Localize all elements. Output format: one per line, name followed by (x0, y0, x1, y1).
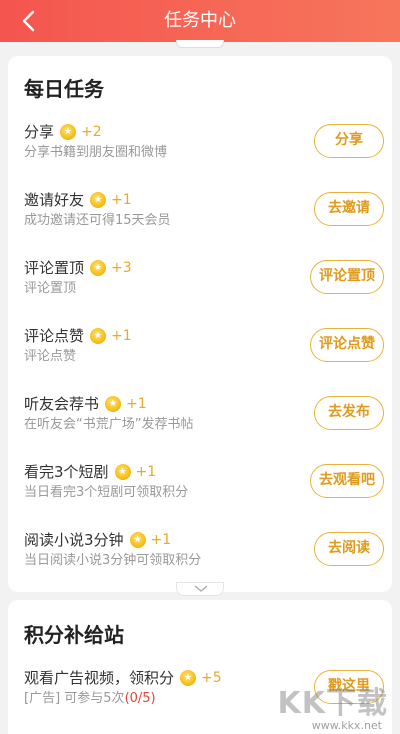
task-points: +1 (111, 328, 132, 344)
points-supply-card: 积分补给站 观看广告视频，领积分 +5 [广告] 可参与5次(0/5) 戳这里 (8, 600, 392, 734)
task-name: 邀请好友 (24, 191, 85, 209)
task-desc: 评论点赞 (24, 349, 77, 364)
task-points: +1 (126, 396, 147, 412)
coin-icon (129, 532, 146, 548)
page-title: 任务中心 (164, 10, 236, 31)
task-desc: 评论置顶 (24, 281, 77, 296)
task-watch-dramas: 看完3个短剧 +1 当日看完3个短剧可领取积分 去观看吧 (24, 462, 384, 506)
task-points: +5 (201, 670, 222, 686)
task-points: +1 (135, 464, 157, 480)
task-read-novel: 阅读小说3分钟 +1 当日阅读小说3分钟可领取积分 去阅读 (24, 530, 384, 574)
task-recommend-book: 听友会荐书 +1 在听友会“书荒广场”发荐书帖 去发布 (24, 394, 384, 438)
task-name: 看完3个短剧 (24, 463, 109, 481)
task-watch-ad: 观看广告视频，领积分 +5 [广告] 可参与5次(0/5) 戳这里 (24, 668, 384, 712)
like-comment-button[interactable]: 评论点赞 (310, 328, 384, 362)
task-invite: 邀请好友 +1 成功邀请还可得15天会员 去邀请 (24, 190, 384, 234)
ad-desc: [广告] 可参与5次 (24, 691, 125, 706)
invite-button[interactable]: 去邀请 (314, 192, 384, 226)
task-desc: 分享书籍到朋友圈和微博 (24, 145, 168, 160)
task-name: 观看广告视频，领积分 (24, 669, 175, 687)
chevron-down-icon (194, 585, 208, 592)
coin-icon (180, 670, 197, 686)
watch-button[interactable]: 去观看吧 (310, 464, 384, 498)
share-button[interactable]: 分享 (314, 124, 384, 158)
header-bar: 任务中心 (0, 0, 400, 42)
coin-icon (60, 124, 77, 140)
coin-icon (105, 396, 122, 412)
task-points: +2 (81, 124, 102, 140)
expand-more-button[interactable] (176, 582, 224, 596)
supply-title: 积分补给站 (24, 623, 124, 647)
task-desc: 成功邀请还可得15天会员 (24, 213, 171, 228)
task-desc: 当日阅读小说3分钟可领取积分 (24, 553, 202, 568)
read-button[interactable]: 去阅读 (314, 532, 384, 566)
pin-comment-button[interactable]: 评论置顶 (310, 260, 384, 294)
task-points: +1 (150, 532, 172, 548)
ad-count: (0/5) (124, 691, 156, 706)
task-share: 分享 +2 分享书籍到朋友圈和微博 分享 (24, 122, 384, 166)
task-name: 听友会荐书 (24, 395, 100, 413)
task-like-comment: 评论点赞 +1 评论点赞 评论点赞 (24, 326, 384, 370)
pull-notch (176, 40, 224, 48)
coin-icon (90, 328, 107, 344)
task-name: 评论点赞 (24, 327, 85, 345)
task-pin-comment: 评论置顶 +3 评论置顶 评论置顶 (24, 258, 384, 302)
task-name: 评论置顶 (24, 259, 85, 277)
task-desc: 在听友会“书荒广场”发荐书帖 (24, 417, 194, 432)
task-desc: [广告] 可参与5次(0/5) (24, 690, 156, 708)
task-points: +1 (111, 192, 132, 208)
task-desc: 当日看完3个短剧可领取积分 (24, 485, 189, 500)
task-name: 分享 (24, 123, 55, 141)
task-points: +3 (111, 260, 132, 276)
task-name: 阅读小说3分钟 (24, 531, 124, 549)
publish-button[interactable]: 去发布 (314, 396, 384, 430)
daily-tasks-title: 每日任务 (24, 77, 104, 101)
coin-icon (90, 192, 107, 208)
coin-icon (114, 464, 131, 480)
coin-icon (90, 260, 107, 276)
click-here-button[interactable]: 戳这里 (314, 670, 384, 704)
daily-tasks-card: 每日任务 分享 +2 分享书籍到朋友圈和微博 分享 邀请好友 +1 成功邀请还可得1… (8, 56, 392, 592)
